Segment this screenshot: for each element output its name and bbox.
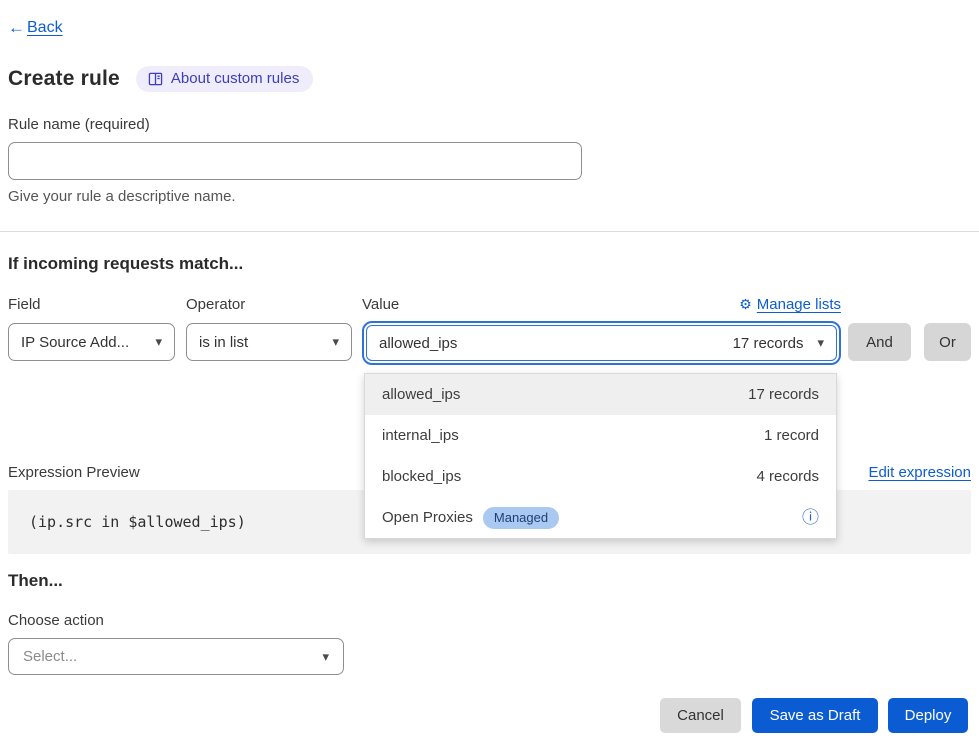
section-divider [0, 231, 979, 232]
field-label: Field [8, 296, 175, 313]
and-button[interactable]: And [848, 323, 911, 361]
info-icon[interactable]: ⓘ [802, 509, 819, 526]
action-select-placeholder: Select... [23, 648, 322, 665]
list-item-blocked-ips[interactable]: blocked_ips 4 records [365, 456, 836, 497]
about-custom-rules-link[interactable]: About custom rules [136, 66, 313, 92]
edit-expression-link[interactable]: Edit expression [868, 464, 971, 481]
manage-lists-link[interactable]: ⚙ Manage lists [739, 296, 841, 313]
chevron-down-icon: ▾ [322, 649, 329, 665]
create-rule-page: ← Back Create rule About custom rules Ru… [0, 0, 979, 739]
rule-name-helper: Give your rule a descriptive name. [8, 188, 971, 205]
field-select[interactable]: IP Source Add... ▾ [8, 323, 175, 361]
field-select-value: IP Source Add... [21, 334, 147, 351]
list-item-name: internal_ips [382, 427, 459, 444]
page-title: Create rule [8, 67, 120, 91]
book-icon [148, 72, 163, 86]
save-as-draft-button[interactable]: Save as Draft [752, 698, 878, 733]
operator-label: Operator [186, 296, 352, 313]
value-column: Value ⚙ Manage lists allowed_ips 17 reco… [362, 296, 841, 365]
value-select[interactable]: allowed_ips 17 records ▾ [366, 325, 837, 361]
expression-code: (ip.src in $allowed_ips) [29, 513, 246, 531]
value-select-records: 17 records [733, 335, 804, 352]
manage-lists-label: Manage lists [757, 296, 841, 313]
action-select[interactable]: Select... ▾ [8, 638, 344, 675]
operator-select[interactable]: is in list ▾ [186, 323, 352, 361]
then-heading: Then... [8, 571, 971, 591]
gear-icon: ⚙ [739, 296, 752, 313]
back-link[interactable]: Back [27, 19, 63, 37]
chevron-down-icon: ▾ [332, 334, 339, 350]
back-arrow-icon: ← [8, 18, 25, 38]
list-item-records: 4 records [756, 468, 819, 485]
value-select-value: allowed_ips [379, 335, 733, 352]
list-item-internal-ips[interactable]: internal_ips 1 record [365, 415, 836, 456]
value-label: Value [362, 296, 399, 313]
rule-name-input[interactable] [8, 142, 582, 180]
chevron-down-icon: ▾ [155, 334, 162, 350]
list-item-records: 1 record [764, 427, 819, 444]
deploy-button[interactable]: Deploy [888, 698, 968, 733]
choose-action-label: Choose action [8, 612, 971, 629]
value-label-row: Value ⚙ Manage lists [362, 296, 841, 313]
match-section-heading: If incoming requests match... [8, 254, 971, 274]
list-dropdown-menu: allowed_ips 17 records internal_ips 1 re… [364, 373, 837, 539]
value-focus-ring: allowed_ips 17 records ▾ [362, 321, 841, 365]
managed-badge: Managed [483, 507, 559, 529]
chevron-down-icon: ▾ [817, 335, 824, 351]
list-item-name: blocked_ips [382, 468, 461, 485]
value-select-wrap: allowed_ips 17 records ▾ allowed_ips 17 … [362, 321, 841, 365]
footer-actions: Cancel Save as Draft Deploy [8, 698, 971, 733]
rule-name-label: Rule name (required) [8, 116, 971, 133]
list-item-open-proxies[interactable]: Open Proxies Managed ⓘ [365, 497, 836, 538]
title-row: Create rule About custom rules [8, 66, 971, 92]
cancel-button[interactable]: Cancel [660, 698, 741, 733]
expression-preview-label: Expression Preview [8, 464, 140, 481]
about-pill-label: About custom rules [171, 70, 299, 87]
list-item-name: Open Proxies [382, 509, 473, 526]
back-row: ← Back [8, 0, 971, 38]
operator-select-value: is in list [199, 334, 324, 351]
list-item-records: 17 records [748, 386, 819, 403]
or-button[interactable]: Or [924, 323, 971, 361]
list-item-left: Open Proxies Managed [382, 507, 559, 529]
operator-column: Operator is in list ▾ [186, 296, 352, 361]
condition-row: Field IP Source Add... ▾ Operator is in … [8, 296, 971, 365]
field-column: Field IP Source Add... ▾ [8, 296, 175, 361]
list-item-name: allowed_ips [382, 386, 460, 403]
list-item-allowed-ips[interactable]: allowed_ips 17 records [365, 374, 836, 415]
